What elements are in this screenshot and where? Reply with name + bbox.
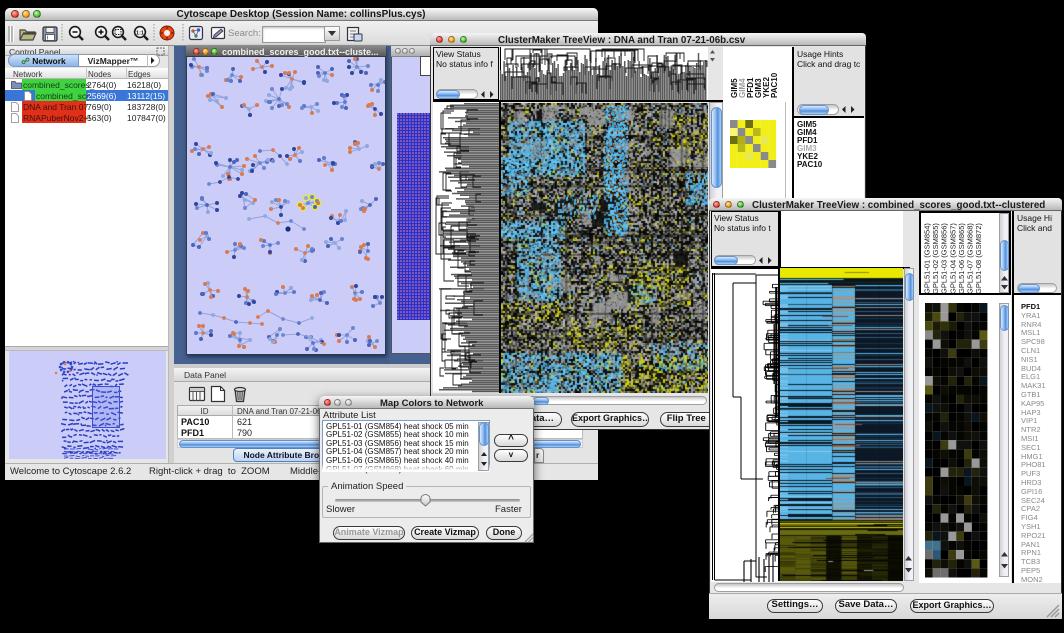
svg-text:1:1: 1:1 xyxy=(136,31,144,37)
svg-text:GPL51-08 (GSM872): GPL51-08 (GSM872) xyxy=(974,223,983,293)
svg-text:PAC10: PAC10 xyxy=(770,72,779,98)
